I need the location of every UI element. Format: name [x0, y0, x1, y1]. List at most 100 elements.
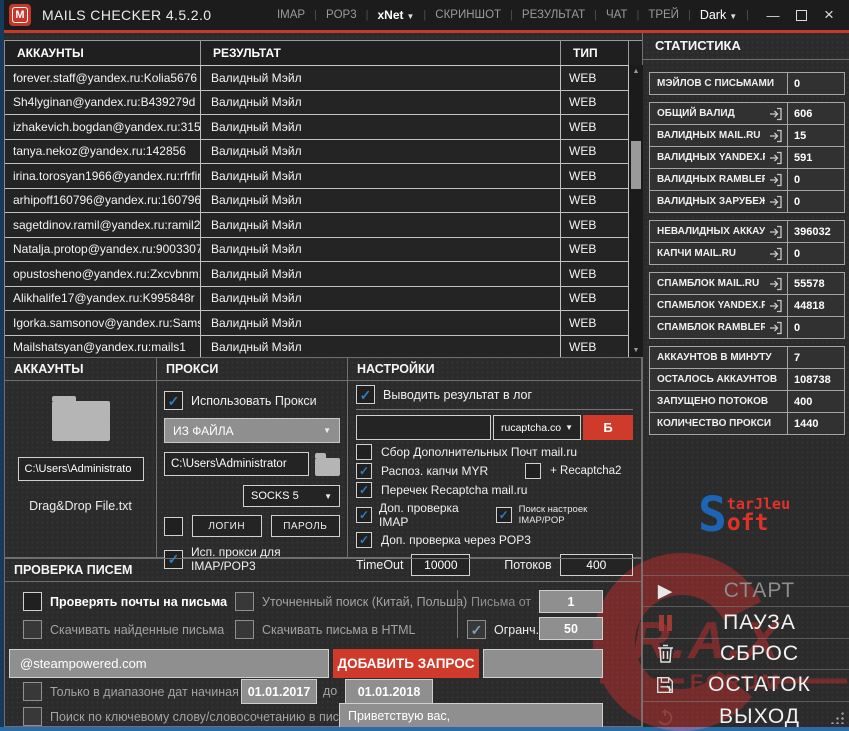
- refined-search-checkbox[interactable]: [235, 592, 254, 611]
- pop3-limit-checkbox[interactable]: ✓: [467, 620, 486, 639]
- menu-separator: |: [746, 9, 749, 21]
- download-html-checkbox[interactable]: [235, 620, 254, 639]
- scroll-down-icon[interactable]: ▼: [629, 344, 643, 357]
- export-icon[interactable]: [765, 243, 787, 264]
- window-border-bottom: [0, 727, 849, 731]
- balance-button[interactable]: Б: [583, 415, 633, 440]
- recaptcha2-checkbox[interactable]: [525, 463, 542, 479]
- start-label: СТАРТ: [723, 579, 796, 603]
- proxy-source-select[interactable]: ИЗ ФАЙЛА ▼: [164, 418, 340, 443]
- export-icon[interactable]: [765, 169, 787, 190]
- start-button[interactable]: ▶ СТАРТ: [643, 575, 849, 606]
- stat-label: АККАУНТОВ В МИНУТУ: [657, 352, 772, 363]
- menu-item-chat[interactable]: ЧАТ: [606, 9, 627, 21]
- pop3-limit-input[interactable]: 50: [539, 617, 603, 640]
- proxy-file-input[interactable]: C:\Users\Administrator: [164, 452, 309, 476]
- column-header-type[interactable]: ТИП: [561, 41, 629, 65]
- export-icon[interactable]: [765, 273, 787, 294]
- folder-icon[interactable]: [315, 453, 340, 476]
- close-button[interactable]: ×: [815, 0, 843, 30]
- menu-item-xnet[interactable]: xNet ▼: [377, 8, 414, 22]
- check-letters-checkbox[interactable]: [23, 592, 42, 611]
- export-icon[interactable]: [765, 295, 787, 316]
- date-to-input[interactable]: 01.01.2018: [345, 679, 433, 704]
- reset-button[interactable]: СБРОС: [643, 637, 849, 669]
- add-query-button[interactable]: ДОБАВИТЬ ЗАПРОС: [333, 649, 479, 678]
- scrollbar-thumb[interactable]: [631, 141, 641, 189]
- letters-from-input[interactable]: 1: [539, 590, 603, 613]
- table-row[interactable]: tanya.nekoz@yandex.ru:142856 Валидный Мэ…: [5, 139, 643, 164]
- export-icon[interactable]: [765, 147, 787, 168]
- menu-item-screenshot[interactable]: СКРИНШОТ: [435, 9, 501, 21]
- use-proxy-label: Использовать Прокси: [191, 393, 317, 408]
- menu-separator: |: [314, 9, 317, 21]
- table-row[interactable]: Mailshatsyan@yandex.ru:mails1 Валидный М…: [5, 335, 643, 357]
- table-row[interactable]: opustosheno@yandex.ru:Zxcvbnm12 Валидный…: [5, 262, 643, 287]
- proxy-source-value: ИЗ ФАЙЛА: [173, 423, 234, 438]
- accounts-file-input[interactable]: C:\Users\Administrato: [17, 457, 144, 481]
- export-icon[interactable]: [765, 221, 787, 242]
- menu-item-tray[interactable]: ТРЕЙ: [648, 9, 679, 21]
- minimize-button[interactable]: —: [759, 0, 787, 30]
- date-range-checkbox[interactable]: [23, 682, 42, 701]
- password-button[interactable]: ПАРОЛЬ: [270, 515, 340, 537]
- table-row[interactable]: irina.torosyan1966@yandex.ru:rfrfirf1 Ва…: [5, 164, 643, 189]
- export-icon[interactable]: [765, 103, 787, 124]
- scrollbar-track[interactable]: [629, 78, 643, 344]
- export-icon[interactable]: [765, 317, 787, 338]
- date-from-input[interactable]: 01.01.2017: [241, 679, 317, 704]
- theme-select[interactable]: Dark ▼: [700, 8, 737, 22]
- table-row[interactable]: Natalja.protop@yandex.ru:9003307 Валидны…: [5, 237, 643, 262]
- collect-mails-checkbox[interactable]: [356, 444, 372, 460]
- column-header-accounts[interactable]: АККАУНТЫ: [5, 41, 201, 65]
- keyword-search-checkbox[interactable]: [23, 707, 42, 726]
- table-row[interactable]: Sh4lyginan@yandex.ru:B439279d Валидный М…: [5, 90, 643, 115]
- statistics-title: СТАТИСТИКА: [643, 33, 849, 60]
- menu-item-result[interactable]: РЕЗУЛЬТАТ: [522, 9, 585, 21]
- table-scrollbar[interactable]: ▲ ▼: [629, 65, 643, 357]
- menu-item-pop3[interactable]: POP3: [326, 9, 357, 21]
- folder-icon[interactable]: [51, 396, 110, 441]
- table-row[interactable]: forever.staff@yandex.ru:Kolia5676 Валидн…: [5, 66, 643, 91]
- stat-label: ОБЩИЙ ВАЛИД: [657, 108, 735, 119]
- chevron-down-icon: ▼: [324, 491, 332, 501]
- cell-result: Валидный Мэйл: [201, 188, 561, 212]
- table-row[interactable]: izhakevich.bogdan@yandex.ru:31512 Валидн…: [5, 115, 643, 140]
- pop3-check-checkbox[interactable]: ✓: [356, 532, 372, 548]
- proxy-auth-checkbox[interactable]: [164, 516, 183, 536]
- myr-captcha-checkbox[interactable]: ✓: [356, 463, 372, 479]
- query-input[interactable]: @steampowered.com: [9, 649, 329, 678]
- remainder-button[interactable]: ОСТАТОК: [643, 669, 849, 700]
- table-row[interactable]: Alikhalife17@yandex.ru:K995848r Валидный…: [5, 286, 643, 311]
- table-row[interactable]: Igorka.samsonov@yandex.ru:Samsor Валидны…: [5, 311, 643, 336]
- stat-label: ВАЛИДНЫХ RAMBLER.RU: [657, 174, 765, 185]
- use-proxy-checkbox[interactable]: ✓: [164, 391, 183, 410]
- settings-panel-title: НАСТРОЙКИ: [348, 358, 641, 381]
- recheck-recaptcha-checkbox[interactable]: ✓: [356, 482, 372, 498]
- column-header-result[interactable]: РЕЗУЛЬТАТ: [201, 41, 561, 65]
- stat-group: АККАУНТОВ В МИНУТУ 7 ОСТАЛОСЬ АККАУНТОВ …: [649, 346, 845, 435]
- pause-button[interactable]: ПАУЗА: [643, 606, 849, 637]
- stat-value: 15: [787, 125, 844, 146]
- keyword-input[interactable]: Приветствую вас,: [339, 703, 603, 728]
- imap-check-checkbox[interactable]: ✓: [356, 507, 372, 523]
- captcha-service-select[interactable]: rucaptcha.co ▼: [493, 415, 581, 440]
- download-found-checkbox[interactable]: [23, 620, 42, 639]
- scroll-up-icon[interactable]: ▲: [629, 65, 643, 78]
- minimize-icon: —: [766, 7, 780, 23]
- proxy-type-select[interactable]: SOCKS 5 ▼: [243, 485, 340, 507]
- table-row[interactable]: arhipoff160796@yandex.ru:160796A Валидны…: [5, 188, 643, 213]
- stat-row: КАПЧИ MAIL.RU 0: [649, 242, 845, 265]
- export-icon[interactable]: [765, 125, 787, 146]
- extra-query-input[interactable]: [483, 649, 603, 678]
- check-icon: ✓: [359, 386, 372, 403]
- export-icon[interactable]: [765, 191, 787, 212]
- remainder-label: ОСТАТОК: [708, 673, 811, 697]
- login-button[interactable]: ЛОГИН: [192, 515, 262, 537]
- maximize-button[interactable]: [787, 0, 815, 30]
- table-row[interactable]: sagetdinov.ramil@yandex.ru:ramil25 Валид…: [5, 213, 643, 238]
- log-output-checkbox[interactable]: ✓: [356, 385, 375, 404]
- menu-item-imap[interactable]: IMAP: [277, 9, 305, 21]
- imap-settings-checkbox[interactable]: ✓: [495, 507, 512, 523]
- captcha-key-input[interactable]: [356, 415, 491, 440]
